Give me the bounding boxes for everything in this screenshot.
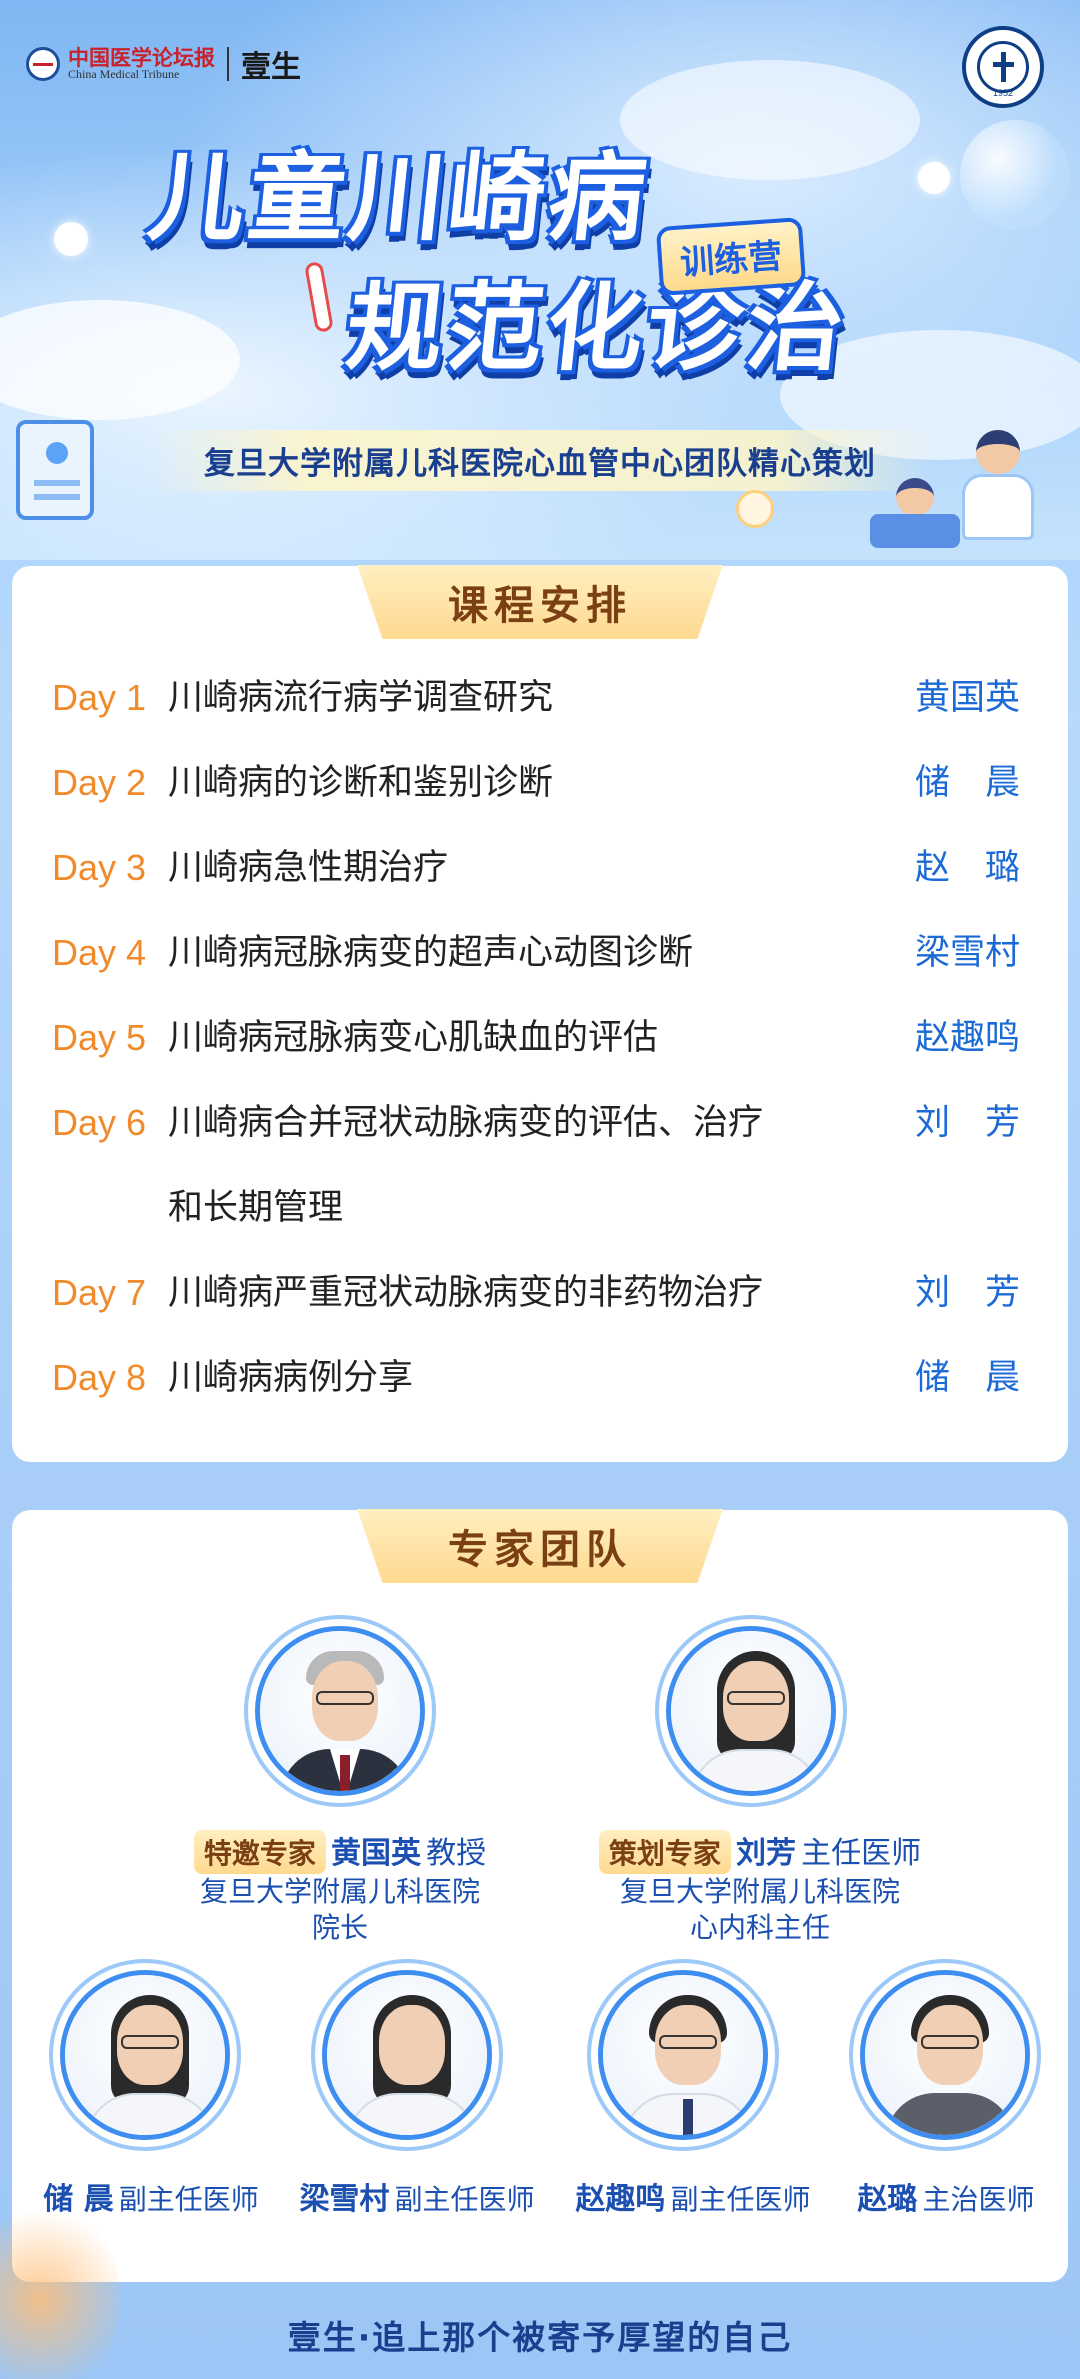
schedule-topic-continuation: 和长期管理 xyxy=(168,1188,344,1228)
expert-title: 教授 xyxy=(426,1836,487,1871)
schedule-row: Day 3 川崎病急性期治疗 赵 璐 xyxy=(12,838,1068,898)
schedule-topic: 川崎病流行病学调查研究 xyxy=(168,678,554,718)
schedule-day: Day 8 xyxy=(52,1357,147,1398)
expert-name: 黄国英 xyxy=(331,1836,421,1871)
globe-icon xyxy=(26,47,60,81)
schedule-speaker: 赵趣鸣 xyxy=(914,1018,1020,1058)
expert-org: 复旦大学附属儿科医院 xyxy=(619,1875,900,1908)
expert-member: 赵趣鸣 副主任医师 xyxy=(558,2174,828,2218)
schedule-row: Day 7 川崎病严重冠状动脉病变的非药物治疗 刘 芳 xyxy=(12,1263,1068,1323)
thermometer-icon xyxy=(304,260,334,334)
hero-banner: 中国医学论坛报 China Medical Tribune 壹生 1952 儿童… xyxy=(0,0,1080,560)
page-subtitle: 复旦大学附属儿科医院心血管中心团队精心策划 xyxy=(150,430,930,491)
schedule-row: Day 5 川崎病冠脉病变心肌缺血的评估 赵趣鸣 xyxy=(12,1008,1068,1068)
pill-icon xyxy=(54,222,88,256)
schedule-day: Day 6 xyxy=(52,1102,147,1143)
schedule-row: Day 8 川崎病病例分享 储 晨 xyxy=(12,1348,1068,1408)
expert-title: 副主任医师 xyxy=(118,2183,259,2216)
expert-org: 复旦大学附属儿科医院 xyxy=(199,1875,480,1908)
expert-role: 院长 xyxy=(311,1911,368,1944)
clipboard-icon xyxy=(16,420,94,520)
pill-icon xyxy=(918,162,950,194)
doctor-illustration xyxy=(954,430,1040,540)
schedule-speaker: 赵 璐 xyxy=(914,848,1020,888)
schedule-row: Day 6 川崎病合并冠状动脉病变的评估、治疗 刘 芳 xyxy=(12,1093,1068,1153)
avatar xyxy=(666,1626,836,1796)
bubble-decoration xyxy=(960,120,1070,230)
expert-member: 赵璐 主治医师 xyxy=(830,2174,1062,2218)
brand-yisheng: 壹生 xyxy=(241,50,301,85)
schedule-speaker: 黄国英 xyxy=(914,678,1020,718)
expert-title: 副主任医师 xyxy=(394,2183,535,2216)
expert-tag: 策划专家 xyxy=(598,1830,731,1874)
avatar xyxy=(598,1970,768,2140)
camp-tag: 训练营 xyxy=(655,216,807,297)
schedule-day: Day 7 xyxy=(52,1272,147,1313)
avatar xyxy=(322,1970,492,2140)
brand-name-cn: 中国医学论坛报 xyxy=(68,44,215,70)
schedule-topic: 川崎病的诊断和鉴别诊断 xyxy=(168,763,554,803)
expert-featured: 策划专家 刘芳 主任医师 复旦大学附属儿科医院 心内科主任 xyxy=(560,1828,960,1946)
schedule-topic: 川崎病冠脉病变的超声心动图诊断 xyxy=(168,933,694,973)
cloud-decoration xyxy=(0,300,240,420)
schedule-row-continuation: 和长期管理 xyxy=(12,1178,1068,1238)
schedule-row: Day 1 川崎病流行病学调查研究 黄国英 xyxy=(12,668,1068,728)
brand-divider xyxy=(227,47,229,81)
schedule-speaker: 储 晨 xyxy=(914,1358,1020,1398)
cloud-decoration xyxy=(620,60,920,180)
brand-logo: 中国医学论坛报 China Medical Tribune 壹生 xyxy=(26,42,301,86)
schedule-day: Day 4 xyxy=(52,932,147,973)
footer-slogan: 壹生·追上那个被寄予厚望的自己 xyxy=(287,2317,793,2357)
expert-featured: 特邀专家 黄国英 教授 复旦大学附属儿科医院 院长 xyxy=(160,1828,520,1946)
avatar xyxy=(60,1970,230,2140)
expert-title: 副主任医师 xyxy=(670,2183,811,2216)
capsule-icon xyxy=(736,490,774,528)
avatar xyxy=(860,1970,1030,2140)
schedule-speaker: 梁雪村 xyxy=(914,933,1020,973)
expert-name: 刘芳 xyxy=(736,1836,796,1871)
seal-year: 1952 xyxy=(992,88,1014,98)
expert-role: 心内科主任 xyxy=(689,1911,830,1944)
schedule-row: Day 2 川崎病的诊断和鉴别诊断 储 晨 xyxy=(12,753,1068,813)
patient-illustration xyxy=(870,478,960,548)
schedule-topic: 川崎病冠脉病变心肌缺血的评估 xyxy=(168,1018,659,1058)
experts-panel: 专家团队 特邀专家 黄国英 教授 复旦大学附属儿科医院 院长 策划专家 刘芳 主… xyxy=(12,1509,1068,2282)
hospital-seal: 1952 xyxy=(962,26,1044,108)
schedule-speaker: 刘 芳 xyxy=(914,1273,1020,1313)
expert-member: 梁雪村 副主任医师 xyxy=(282,2174,552,2218)
expert-name: 赵趣鸣 xyxy=(575,2182,666,2217)
schedule-row: Day 4 川崎病冠脉病变的超声心动图诊断 梁雪村 xyxy=(12,923,1068,983)
schedule-day: Day 5 xyxy=(52,1017,147,1058)
schedule-speaker: 储 晨 xyxy=(914,763,1020,803)
schedule-heading: 课程安排 xyxy=(357,565,723,639)
schedule-day: Day 2 xyxy=(52,762,147,803)
schedule-topic: 川崎病严重冠状动脉病变的非药物治疗 xyxy=(168,1273,764,1313)
schedule-day: Day 1 xyxy=(52,677,147,718)
expert-name: 赵璐 xyxy=(857,2182,918,2217)
cross-icon xyxy=(977,41,1029,93)
schedule-topic: 川崎病急性期治疗 xyxy=(168,848,449,888)
schedule-topic: 川崎病病例分享 xyxy=(168,1358,414,1398)
schedule-speaker: 刘 芳 xyxy=(914,1103,1020,1143)
avatar xyxy=(255,1626,425,1796)
schedule-panel: 课程安排 Day 1 川崎病流行病学调查研究 黄国英 Day 2 川崎病的诊断和… xyxy=(12,565,1068,1462)
expert-tag: 特邀专家 xyxy=(193,1830,326,1874)
schedule-day: Day 3 xyxy=(52,847,147,888)
expert-name: 梁雪村 xyxy=(299,2182,390,2217)
expert-title: 主治医师 xyxy=(922,2183,1035,2216)
schedule-topic: 川崎病合并冠状动脉病变的评估、治疗 xyxy=(168,1103,764,1143)
page-title-line1: 儿童川崎病 xyxy=(143,142,655,254)
experts-heading: 专家团队 xyxy=(357,1509,723,1583)
expert-title: 主任医师 xyxy=(801,1836,922,1871)
